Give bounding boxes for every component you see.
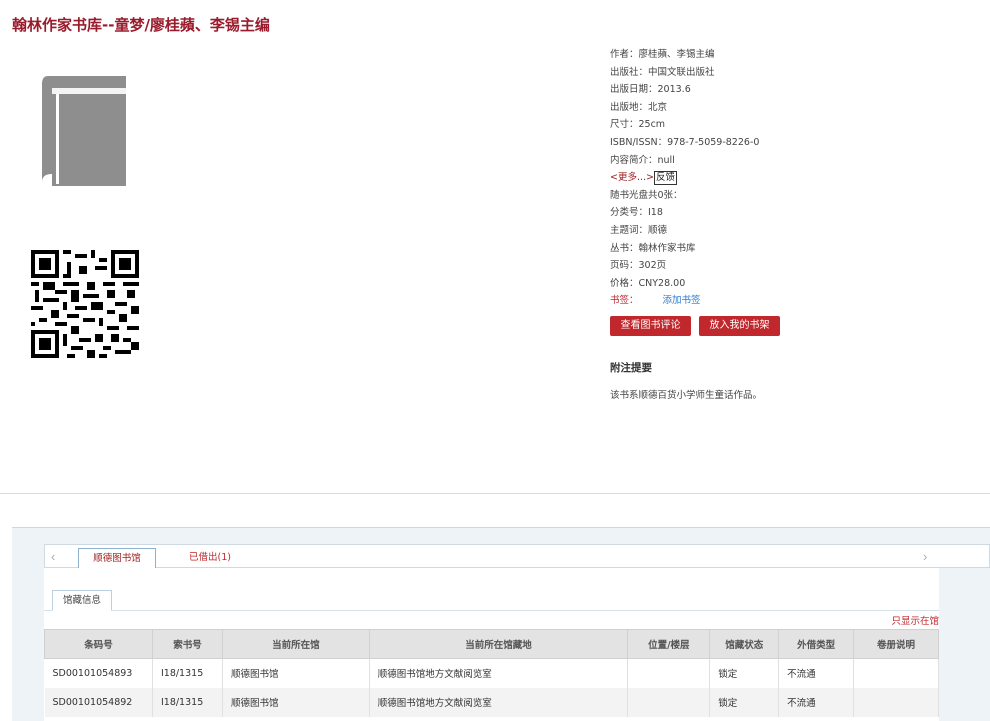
col-volume: 卷册说明 (853, 629, 939, 659)
col-status: 馆藏状态 (709, 629, 780, 659)
page-title: 翰林作家书库--童梦/廖桂蘋、李锡主编 (12, 16, 270, 34)
book-info: 作者：廖桂蘋、李锡主编 出版社：中国文联出版社 出版日期：2013.6 出版地：… (610, 46, 970, 310)
cell-barcode: SD00101054893 (44, 658, 153, 688)
col-location: 当前所在馆藏地 (368, 629, 629, 659)
table-header-row: 条码号 索书号 当前所在馆 当前所在馆藏地 位置/楼层 馆藏状态 外借类型 卷册… (44, 629, 939, 659)
info-pub-date: 出版日期：2013.6 (610, 84, 691, 96)
col-library: 当前所在馆 (221, 629, 370, 659)
info-series: 丛书：翰林作家书库 (610, 242, 696, 254)
table-row: SD00101054892 I18/1315 顺德图书馆 顺德图书馆地方文献阅览… (44, 687, 939, 717)
info-author: 作者：廖桂蘋、李锡主编 (610, 49, 715, 60)
info-subject: 主题词：顺德 (610, 224, 668, 236)
col-loan-type: 外借类型 (778, 629, 855, 659)
tab-library[interactable]: 顺德图书馆 (78, 548, 156, 569)
cell-floor (627, 658, 711, 688)
info-publisher: 出版社：中国文联出版社 (610, 66, 715, 78)
cell-library: 顺德图书馆 (222, 658, 370, 688)
cell-location: 顺德图书馆地方文献阅览室 (369, 687, 629, 717)
holdings-content: 馆藏信息 只显示在馆 条码号 索书号 当前所在馆 当前所在馆藏地 位置/楼层 馆… (44, 568, 939, 721)
holdings-panel: ‹ 顺德图书馆 已借出(1) › 馆藏信息 只显示在馆 条码号 索书号 当前所在… (12, 527, 990, 721)
info-price: 价格：CNY28.00 (610, 277, 686, 289)
add-to-shelf-button[interactable]: 放入我的书架 (699, 316, 780, 336)
info-pub-place: 出版地：北京 (610, 101, 668, 113)
cell-location: 顺德图书馆地方文献阅览室 (369, 658, 629, 688)
info-isbn: ISBN/ISSN：978-7-5059-8226-0 (610, 136, 760, 148)
table-row: SD00101054893 I18/1315 顺德图书馆 顺德图书馆地方文献阅览… (44, 658, 939, 688)
cell-status: 锁定 (709, 687, 780, 717)
qr-code (31, 250, 139, 358)
cell-barcode: SD00101054892 (44, 687, 153, 717)
col-barcode: 条码号 (44, 629, 153, 659)
col-call-number: 索书号 (151, 629, 223, 659)
cell-call-number: I18/1315 (152, 687, 223, 717)
chevron-right-icon[interactable]: › (923, 549, 927, 564)
divider (0, 493, 990, 494)
note-title: 附注提要 (610, 362, 652, 374)
col-floor: 位置/楼层 (627, 629, 711, 659)
tab-borrowed[interactable]: 已借出(1) (189, 548, 231, 569)
cell-volume (853, 658, 939, 688)
subtab-line (44, 610, 939, 611)
more-row: <更多...> 反馈 (610, 169, 970, 187)
view-reviews-button[interactable]: 查看图书评论 (610, 316, 691, 336)
bookmark-label: 书签： (610, 295, 639, 307)
chevron-left-icon[interactable]: ‹ (51, 549, 55, 564)
info-cd-count: 随书光盘共0张： (610, 189, 683, 201)
holdings-table: 条码号 索书号 当前所在馆 当前所在馆藏地 位置/楼层 馆藏状态 外借类型 卷册… (44, 629, 939, 717)
add-bookmark-link[interactable]: 添加书签 (663, 295, 701, 306)
feedback-button[interactable]: 反馈 (653, 171, 677, 186)
cell-volume (853, 687, 939, 717)
info-pages: 页码：302页 (610, 260, 667, 272)
tab-bar: ‹ 顺德图书馆 已借出(1) › (44, 544, 990, 569)
cell-library: 顺德图书馆 (222, 687, 370, 717)
book-cover-icon (42, 76, 128, 186)
cell-status: 锁定 (709, 658, 780, 688)
info-size: 尺寸：25cm (610, 119, 666, 131)
tab-holdings-info[interactable]: 馆藏信息 (52, 590, 112, 611)
cell-floor (627, 687, 711, 717)
note-text: 该书系顺德百货小学师生童话作品。 (610, 390, 763, 401)
cell-loan-type: 不流通 (778, 687, 855, 717)
cell-call-number: I18/1315 (152, 658, 223, 688)
info-summary: 内容简介：null (610, 154, 675, 166)
show-available-link[interactable]: 只显示在馆 (891, 613, 939, 627)
cell-loan-type: 不流通 (778, 658, 855, 688)
info-class-no: 分类号：I18 (610, 207, 663, 219)
more-link[interactable]: <更多...> (610, 172, 654, 183)
bookmark-row: 书签： 添加书签 (610, 292, 970, 310)
